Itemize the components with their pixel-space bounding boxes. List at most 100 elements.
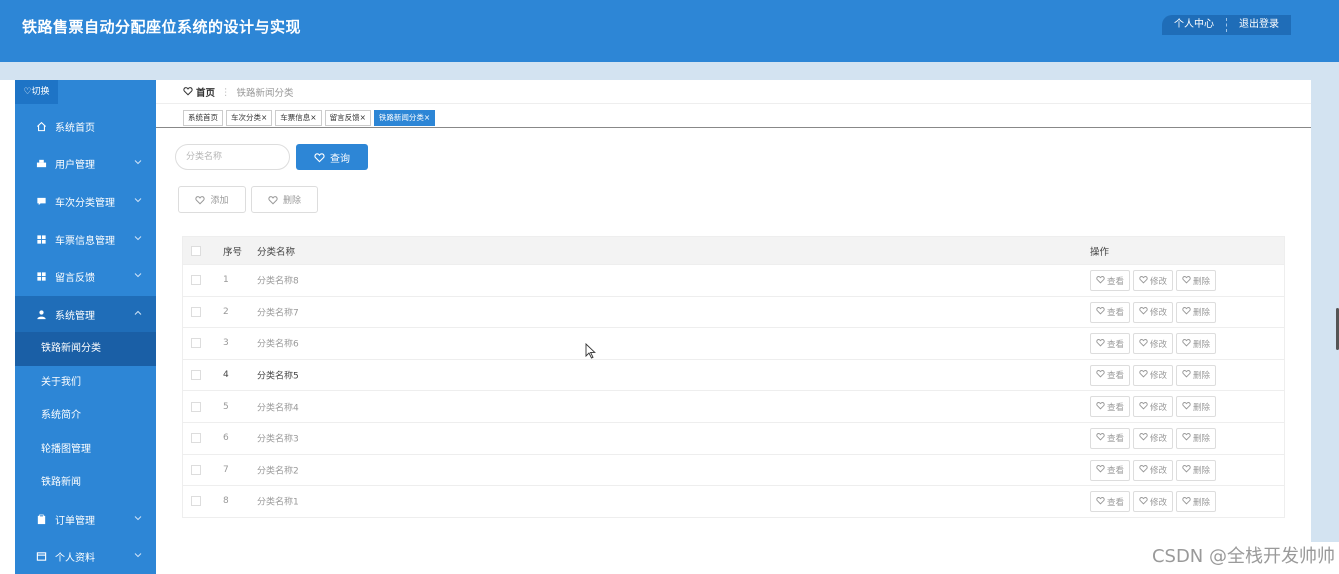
table-row[interactable]: 2 分类名称7 查看 修改 删除 [183, 295, 1284, 328]
row-actions: 查看 修改 删除 [1090, 301, 1219, 323]
sidebar-item-profile[interactable]: 个人资料 [15, 538, 156, 574]
view-button[interactable]: 查看 [1090, 333, 1131, 355]
view-button[interactable]: 查看 [1090, 270, 1131, 291]
row-name: 分类名称6 [257, 339, 299, 350]
row-checkbox[interactable] [191, 401, 201, 412]
delete-label: 删除 [1193, 466, 1211, 477]
row-actions: 查看 修改 删除 [1090, 427, 1219, 449]
row-index: 2 [223, 306, 229, 317]
tab-system-home[interactable]: 系统首页 [183, 110, 223, 126]
column-header-name: 分类名称 [257, 246, 296, 258]
logout-button[interactable]: 退出登录 [1227, 15, 1291, 35]
edit-button[interactable]: 修改 [1133, 270, 1174, 291]
tab-train-category[interactable]: 车次分类× [226, 110, 273, 126]
breadcrumb-home[interactable]: 首页 [196, 85, 215, 99]
search-input[interactable] [175, 144, 290, 170]
sidebar-item-system[interactable]: 系统管理 [15, 296, 156, 332]
table-row[interactable]: 7 分类名称2 查看 修改 删除 [183, 453, 1284, 486]
breadcrumb: 首页 ⋮ 铁路新闻分类 [183, 85, 294, 99]
table-row[interactable]: 8 分类名称1 查看 修改 删除 [183, 485, 1284, 517]
breadcrumb-current: 铁路新闻分类 [236, 88, 294, 99]
sidebar-subitem-news[interactable]: 铁路新闻 [15, 466, 156, 500]
row-name: 分类名称7 [257, 308, 299, 319]
sidebar-item-orders[interactable]: 订单管理 [15, 501, 156, 537]
view-button[interactable]: 查看 [1090, 427, 1131, 449]
row-delete-button[interactable]: 删除 [1176, 491, 1217, 513]
row-checkbox[interactable] [191, 464, 201, 475]
add-button[interactable]: 添加 [178, 186, 246, 213]
heart-icon [1096, 338, 1107, 350]
edit-button[interactable]: 修改 [1133, 333, 1174, 355]
row-delete-button[interactable]: 删除 [1176, 459, 1217, 481]
view-button[interactable]: 查看 [1090, 396, 1131, 418]
sidebar-item-train-category[interactable]: 车次分类管理 [15, 183, 156, 219]
sidebar-item-users[interactable]: 用户管理 [15, 145, 156, 181]
row-name: 分类名称3 [257, 434, 299, 445]
sidebar-item-label: 系统管理 [55, 310, 95, 322]
row-index: 7 [223, 464, 229, 475]
edit-button[interactable]: 修改 [1133, 491, 1174, 513]
table-row[interactable]: 5 分类名称4 查看 修改 删除 [183, 390, 1284, 422]
row-delete-button[interactable]: 删除 [1176, 396, 1217, 418]
tab-ticket-info[interactable]: 车票信息× [275, 110, 322, 126]
search-button[interactable]: 查询 [296, 144, 368, 170]
edit-button[interactable]: 修改 [1133, 459, 1174, 481]
delete-label: 删除 [1193, 497, 1211, 508]
row-checkbox[interactable] [191, 306, 201, 317]
sidebar-item-label: 车票信息管理 [55, 235, 115, 247]
row-checkbox[interactable] [191, 370, 201, 381]
table-row[interactable]: 3 分类名称6 查看 修改 删除 [183, 327, 1284, 359]
sidebar-item-feedback[interactable]: 留言反馈 [15, 258, 156, 294]
tab-feedback[interactable]: 留言反馈× [324, 110, 371, 126]
row-checkbox[interactable] [191, 496, 201, 507]
view-button[interactable]: 查看 [1090, 364, 1131, 386]
table-row[interactable]: 4 分类名称5 查看 修改 删除 [183, 358, 1284, 391]
switch-button[interactable]: ♡切换 [15, 80, 58, 104]
row-delete-button[interactable]: 删除 [1176, 301, 1217, 323]
tab-divider [156, 127, 1311, 128]
row-checkbox[interactable] [191, 338, 201, 349]
sidebar-subitem-carousel[interactable]: 轮播图管理 [15, 433, 156, 467]
edit-button[interactable]: 修改 [1133, 364, 1174, 386]
row-delete-button[interactable]: 删除 [1176, 333, 1217, 355]
row-checkbox[interactable] [191, 275, 201, 286]
row-checkbox[interactable] [191, 433, 201, 444]
edit-button[interactable]: 修改 [1133, 396, 1174, 418]
view-label: 查看 [1107, 339, 1125, 350]
heart-icon [1139, 306, 1150, 318]
sidebar-subitem-news-category[interactable]: 铁路新闻分类 [15, 332, 156, 366]
heart-icon [1182, 338, 1193, 350]
row-index: 1 [223, 275, 229, 286]
row-delete-button[interactable]: 删除 [1176, 270, 1217, 291]
edit-button[interactable]: 修改 [1133, 301, 1174, 323]
table-row[interactable]: 6 分类名称3 查看 修改 删除 [183, 421, 1284, 454]
heart-icon [1096, 306, 1107, 318]
sidebar-subitem-intro[interactable]: 系统简介 [15, 399, 156, 433]
table-header: 序号 分类名称 操作 [183, 237, 1284, 264]
row-delete-button[interactable]: 删除 [1176, 427, 1217, 449]
watermark: CSDN @全栈开发帅帅 [1151, 546, 1335, 567]
row-index: 6 [223, 433, 229, 444]
sidebar-item-home[interactable]: 系统首页 [15, 108, 156, 144]
tab-news-category[interactable]: 铁路新闻分类× [373, 110, 436, 126]
row-name: 分类名称5 [257, 371, 299, 382]
sidebar-subitem-about[interactable]: 关于我们 [15, 366, 156, 400]
view-button[interactable]: 查看 [1090, 301, 1131, 323]
heart-icon [1139, 369, 1150, 381]
data-table: 序号 分类名称 操作 1 分类名称8 查看 修改 删除 2 分类名称7 查看 修改 删除 3 分类名称… [182, 236, 1285, 518]
view-button[interactable]: 查看 [1090, 491, 1131, 513]
select-all-checkbox[interactable] [191, 245, 201, 256]
table-row[interactable]: 1 分类名称8 查看 修改 删除 [183, 264, 1284, 296]
grid-icon [35, 270, 47, 282]
heart-icon [1096, 432, 1107, 444]
edit-label: 修改 [1150, 308, 1168, 319]
edit-button[interactable]: 修改 [1133, 427, 1174, 449]
row-delete-button[interactable]: 删除 [1176, 364, 1217, 386]
row-index: 8 [223, 496, 229, 507]
heart-icon [1182, 369, 1193, 381]
view-button[interactable]: 查看 [1090, 459, 1131, 481]
delete-button[interactable]: 删除 [251, 186, 318, 213]
delete-label: 删除 [1193, 308, 1211, 319]
user-center-button[interactable]: 个人中心 [1162, 15, 1226, 35]
sidebar-item-ticket-info[interactable]: 车票信息管理 [15, 221, 156, 257]
